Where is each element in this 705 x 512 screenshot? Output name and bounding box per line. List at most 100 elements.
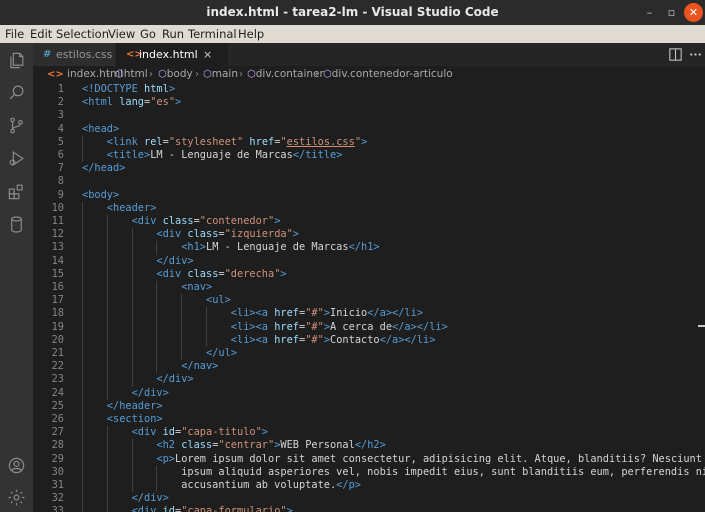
- code-line[interactable]: 26 <section>: [33, 413, 705, 427]
- tab-close-button[interactable]: ×: [203, 43, 212, 66]
- code-content: <!DOCTYPE html>: [82, 83, 175, 96]
- code-editor[interactable]: 1 <!DOCTYPE html> 2 <html lang="es"> 3 4 <head…: [33, 83, 705, 512]
- menu-help[interactable]: Help: [238, 25, 264, 43]
- activity-bar: [0, 43, 33, 512]
- css-file-icon: #: [43, 49, 52, 60]
- line-number: 17: [51, 294, 64, 307]
- code-content: <h1>LM - Lenguaje de Marcas</h1>: [181, 241, 379, 254]
- code-line[interactable]: 1 <!DOCTYPE html>: [33, 83, 705, 96]
- code-line[interactable]: 33 <div id="capa-formulario">: [33, 505, 705, 512]
- source-control-icon[interactable]: [7, 116, 26, 135]
- line-number: 21: [51, 347, 64, 359]
- code-line[interactable]: 24 </div>: [33, 386, 705, 400]
- line-number: 24: [51, 386, 64, 399]
- indent-guide: [82, 347, 83, 361]
- code-line[interactable]: 16 <nav>: [33, 281, 705, 295]
- indent-guide: [82, 135, 83, 149]
- tab-index-html[interactable]: <> index.html ×: [116, 43, 228, 66]
- code-line[interactable]: 25 </header>: [33, 399, 705, 413]
- menu-file[interactable]: File: [5, 25, 24, 43]
- breadcrumb-main[interactable]: ⬡main: [203, 66, 238, 83]
- minimize-button[interactable]: –: [640, 3, 659, 22]
- more-actions-icon[interactable]: [687, 46, 704, 63]
- code-line[interactable]: 10 <header>: [33, 201, 705, 215]
- code-line[interactable]: 21 </ul>: [33, 347, 705, 361]
- code-line[interactable]: 3: [33, 109, 705, 122]
- code-line[interactable]: 18 <li><a href="#">Inicio</a></li>: [33, 307, 705, 321]
- code-token: WEB Personal: [280, 439, 355, 452]
- search-icon[interactable]: [7, 83, 26, 102]
- account-icon[interactable]: [7, 456, 26, 475]
- indent-guide: [106, 307, 108, 321]
- maximize-button[interactable]: ▫: [662, 3, 681, 22]
- indent-guide: [106, 281, 108, 295]
- indent-guide: [156, 479, 158, 493]
- code-line[interactable]: 27 <div id="capa-titulo">: [33, 426, 705, 440]
- code-content: <div id="capa-formulario">: [132, 505, 293, 512]
- code-line[interactable]: 31 accusantium ab voluptate.</p>: [33, 479, 705, 493]
- menu-go[interactable]: Go: [140, 25, 156, 43]
- menu-selection[interactable]: Selection: [56, 25, 109, 43]
- code-line[interactable]: 8: [33, 175, 705, 188]
- element-icon: ⬡: [323, 69, 332, 80]
- code-line[interactable]: 15 <div class="derecha">: [33, 267, 705, 281]
- line-number: 7: [57, 162, 64, 175]
- code-line[interactable]: 32 </div>: [33, 492, 705, 506]
- code-token: "capa-formulario": [181, 505, 287, 512]
- database-icon[interactable]: [7, 215, 26, 234]
- run-debug-icon[interactable]: [7, 149, 26, 168]
- settings-gear-icon[interactable]: [7, 488, 26, 507]
- code-token: >: [261, 426, 268, 439]
- tab-estilos-css[interactable]: # estilos.css: [33, 43, 115, 66]
- indent-guide: [206, 333, 207, 347]
- breadcrumb-body[interactable]: ⬡body: [158, 66, 193, 83]
- code-line[interactable]: 4 <head>: [33, 123, 705, 136]
- code-token: </div>: [156, 254, 194, 267]
- code-line[interactable]: 13 <h1>LM - Lenguaje de Marcas</h1>: [33, 241, 705, 255]
- line-number: 22: [51, 360, 64, 373]
- code-line[interactable]: 20 <li><a href="#">Contacto</a></li>: [33, 333, 705, 347]
- indent-guide: [82, 307, 83, 321]
- menu-terminal[interactable]: Terminal: [188, 25, 237, 43]
- code-content: <head>: [82, 123, 119, 136]
- code-token: LM - Lenguaje de Marcas: [206, 241, 349, 254]
- extensions-icon[interactable]: [7, 182, 26, 201]
- chevron-right-icon: ›: [315, 69, 319, 80]
- code-line[interactable]: 28 <h2 class="centrar">WEB Personal</h2>: [33, 439, 705, 453]
- breadcrumb-html[interactable]: ⬡html: [115, 66, 148, 83]
- line-number: 19: [51, 320, 64, 333]
- code-line[interactable]: 12 <div class="izquierda">: [33, 228, 705, 242]
- indent-guide: [82, 215, 83, 229]
- scrollbar-marker[interactable]: [698, 325, 705, 327]
- code-content: </head>: [82, 162, 125, 175]
- code-line[interactable]: 23 </div>: [33, 373, 705, 387]
- code-line[interactable]: 14 </div>: [33, 254, 705, 268]
- files-icon[interactable]: [7, 51, 26, 70]
- line-number: 16: [51, 281, 64, 293]
- breadcrumb-div-contenedor-articulo[interactable]: ⬡div.contenedor-articulo: [323, 66, 453, 83]
- code-token: rel: [144, 135, 163, 148]
- code-token: >: [175, 96, 182, 109]
- code-line[interactable]: 22 </nav>: [33, 360, 705, 374]
- code-line[interactable]: 30 ipsum aliquid asperiores vel, nobis im…: [33, 465, 705, 479]
- code-content: </header>: [107, 400, 163, 413]
- code-line[interactable]: 7 </head>: [33, 162, 705, 175]
- code-line[interactable]: 6 <title>LM - Lenguaje de Marcas</title>: [33, 149, 705, 163]
- split-editor-icon[interactable]: [667, 46, 684, 63]
- code-line[interactable]: 9 <body>: [33, 189, 705, 202]
- code-token: id: [162, 426, 175, 439]
- menu-edit[interactable]: Edit: [30, 25, 52, 43]
- menu-view[interactable]: View: [108, 25, 135, 43]
- breadcrumb-file[interactable]: <> index.html: [47, 66, 123, 83]
- indent-guide: [131, 479, 133, 493]
- code-line[interactable]: 11 <div class="contenedor">: [33, 215, 705, 229]
- breadcrumb-div-container[interactable]: ⬡div.container: [247, 66, 324, 83]
- code-line[interactable]: 29 <p>Lorem ipsum dolor sit amet consecte…: [33, 452, 705, 466]
- code-token: <p>: [156, 452, 175, 465]
- menu-run[interactable]: Run: [162, 25, 184, 43]
- close-window-button[interactable]: ✕: [684, 3, 703, 22]
- code-line[interactable]: 19 <li><a href="#">A cerca de</a></li>: [33, 320, 705, 334]
- code-line[interactable]: 5 <link rel="stylesheet" href="estilos.cs…: [33, 135, 705, 149]
- code-line[interactable]: 2 <html lang="es">: [33, 96, 705, 109]
- code-line[interactable]: 17 <ul>: [33, 294, 705, 308]
